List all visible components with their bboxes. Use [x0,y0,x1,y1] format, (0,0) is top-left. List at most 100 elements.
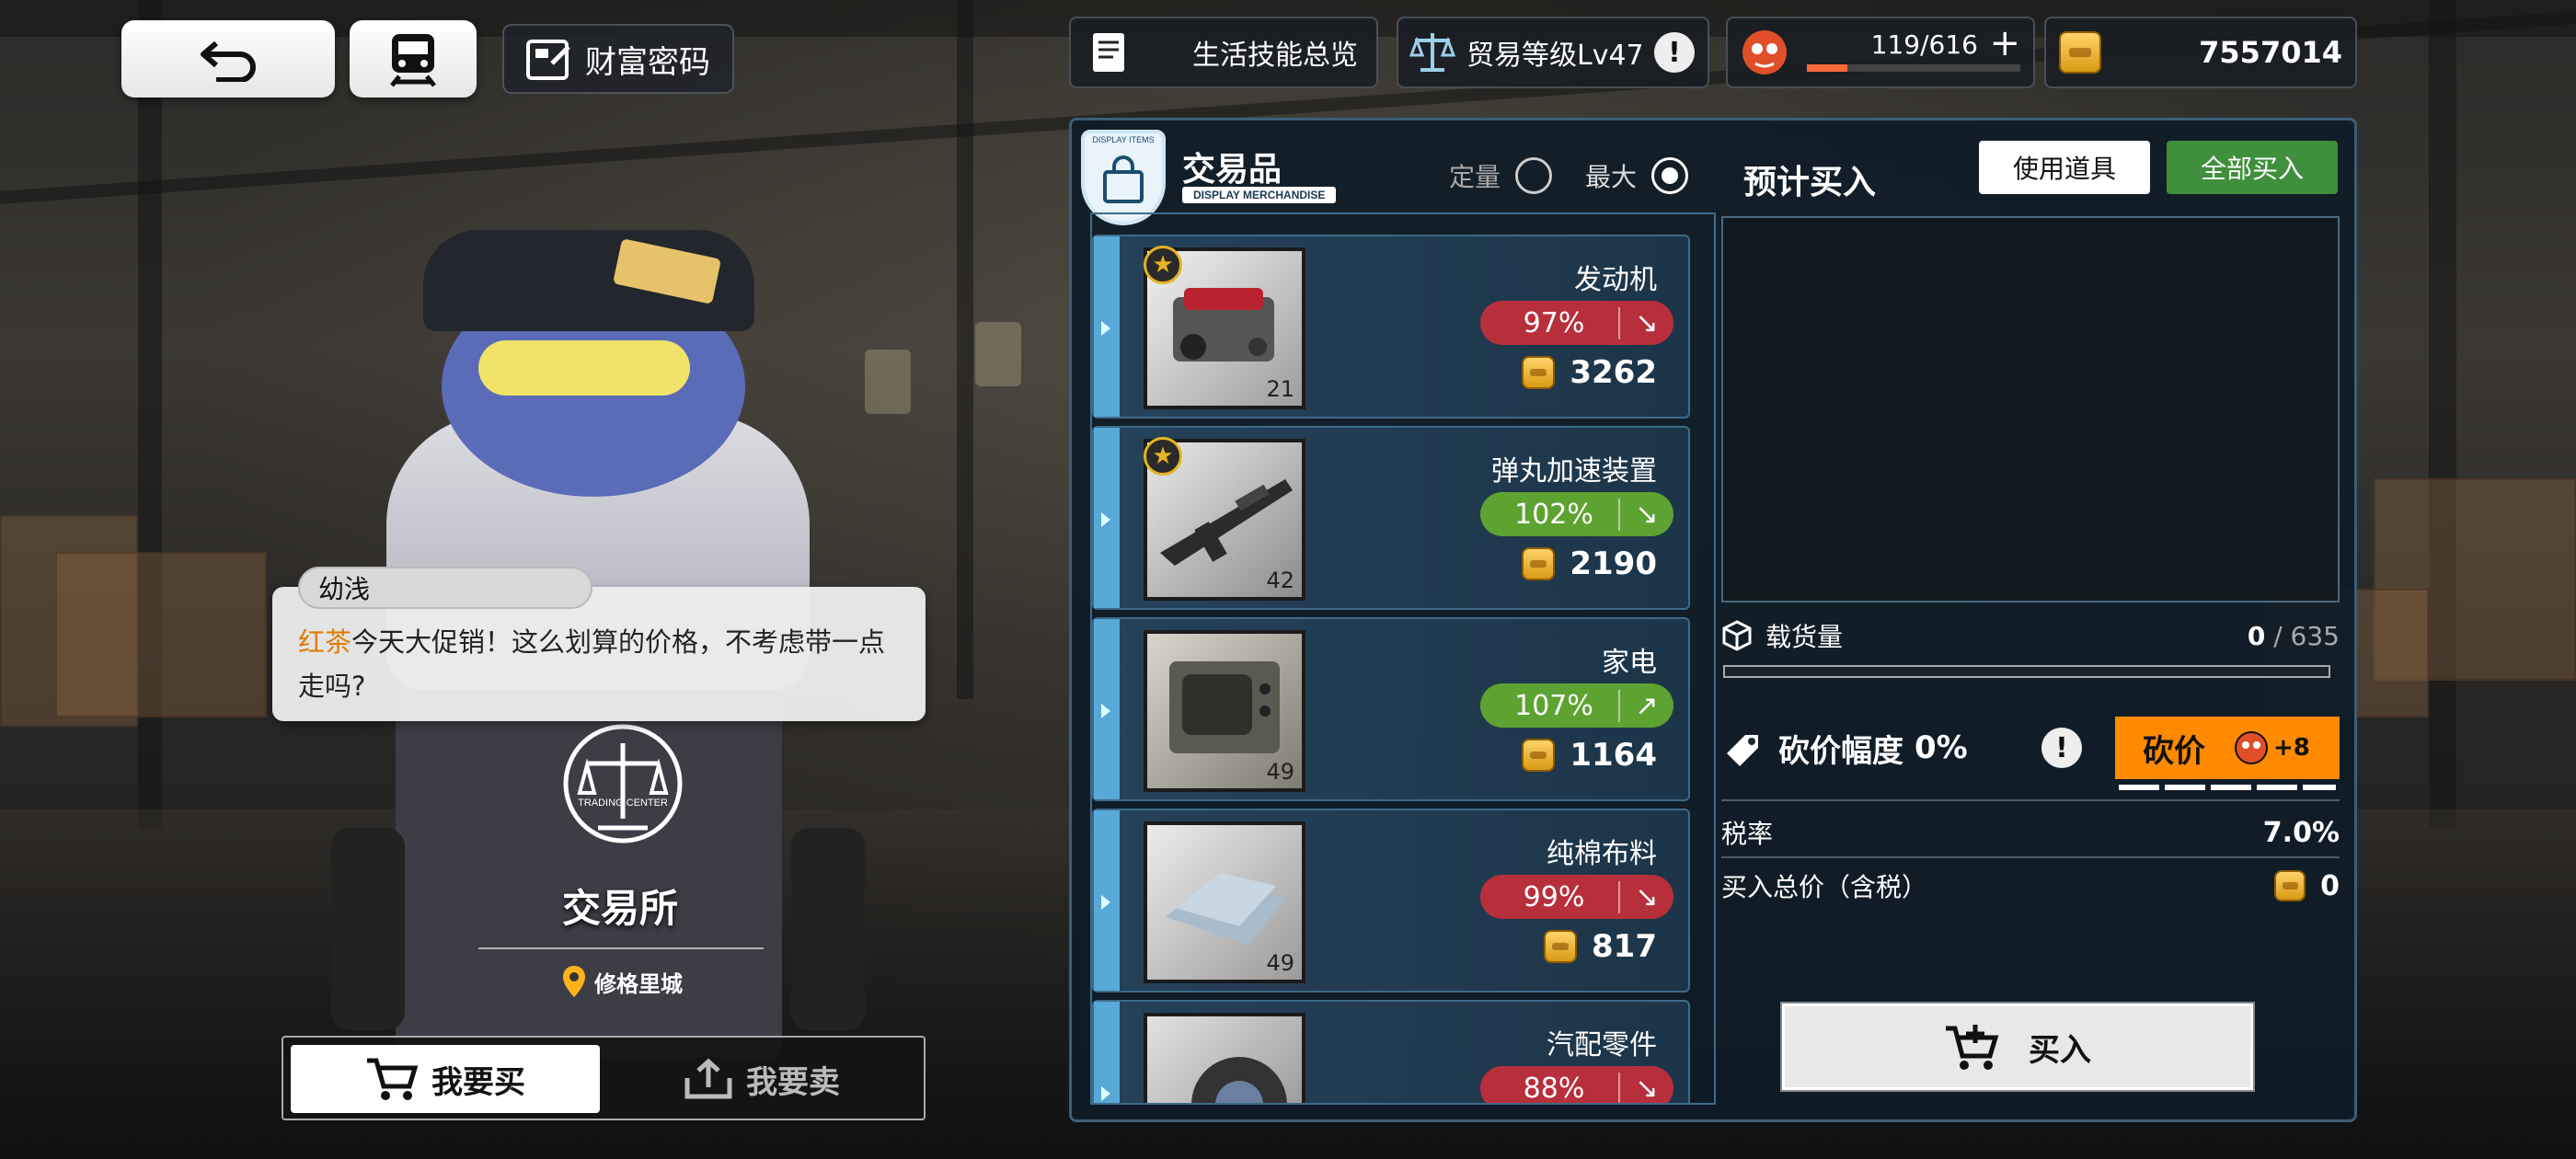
speaker-tag: 幼浅 [298,567,592,609]
goods-price-value: 1164 [1570,737,1657,774]
bargain-value: 0% [1915,729,1968,766]
trend-up-icon: ↗ [1618,689,1673,722]
price-percent: 102% [1514,498,1593,531]
location-tag: 修格里城 [561,964,683,999]
panel-title: 交易品 [1182,151,1282,189]
tab-sell[interactable]: 我要卖 [607,1045,916,1113]
bargain-cost: +8 [2273,734,2310,762]
goods-price: 3262 [1522,354,1657,391]
stamina-mascot-icon [1742,30,1787,75]
display-items-badge: DISPLAY ITEMS [1081,130,1166,225]
price-percent: 97% [1523,306,1585,339]
option-max-radio[interactable] [1651,157,1689,194]
wealth-code-button[interactable]: 财富密码 [502,24,734,94]
station-title: 交易所 [561,886,678,931]
goods-item[interactable]: 42 ★ 弹丸加速装置 102% ↘ 2190 [1092,426,1690,610]
goods-price-value: 817 [1592,928,1657,965]
trend-down-icon: ↘ [1618,1072,1673,1103]
goods-item-expand[interactable] [1094,1002,1120,1103]
goods-stock: 21 [1266,376,1294,402]
trade-level-label: 贸易等级Lv47 [1466,40,1644,72]
coin-icon [1522,739,1556,772]
coin-icon [2059,31,2101,74]
quantity-options: 定量 最大 [1449,157,1689,194]
trend-down-icon: ↘ [1618,306,1673,339]
tax-label: 税率 [1721,819,1774,849]
coin-icon [1522,356,1556,389]
bargain-button-label: 砍价 [2143,732,2205,770]
goods-thumbnail: 49 [1144,630,1305,792]
cargo-separator: / [2265,620,2291,651]
price-percent: 88% [1523,1072,1585,1105]
panel-subtitle: DISPLAY MERCHANDISE [1182,187,1337,203]
train-button[interactable] [350,20,477,98]
stamina-fill [1807,64,1848,72]
life-skills-button[interactable]: 生活技能总览 [1069,17,1378,88]
coin-icon [1522,547,1556,580]
goods-thumbnail: 49 [1144,821,1305,983]
trading-center-emblem: TRADING CENTER [563,724,683,843]
cargo-row: 载货量 0 / 635 [1721,617,2340,654]
trade-panel: DISPLAY ITEMS 交易品 DISPLAY MERCHANDISE 定量… [1069,118,2357,1122]
use-item-button[interactable]: 使用道具 [1979,141,2150,194]
bargain-charges [2119,785,2336,790]
option-fixed-radio[interactable] [1515,157,1553,194]
shopping-bag-icon [1103,155,1144,203]
goods-name: 汽配零件 [1547,1029,1657,1061]
preview-title: 预计买入 [1743,164,1877,201]
total-row: 买入总价（含税） 0 [1721,867,2340,904]
speaker-name: 幼浅 [318,574,371,604]
goods-item[interactable]: 49 家电 107% ↗ 1164 [1092,617,1690,801]
trade-level-button[interactable]: 贸易等级Lv47 ! [1397,17,1709,88]
goods-price: 1164 [1522,737,1657,774]
tab-sell-label: 我要卖 [746,1063,840,1101]
bargain-info-icon[interactable]: ! [2041,728,2082,768]
goods-item-expand[interactable] [1094,810,1120,991]
goods-stock: 42 [1266,568,1294,593]
divider [1721,799,2340,801]
life-skills-label: 生活技能总览 [1192,40,1358,72]
stamina-bar: 119/616 + [1726,17,2035,88]
goods-item-expand[interactable] [1094,428,1120,608]
tab-buy[interactable]: 我要买 [291,1045,600,1113]
buy-button[interactable]: 买入 [1780,1002,2255,1092]
tax-row: 税率 7.0% [1721,814,2340,851]
option-max-label: 最大 [1585,162,1638,192]
goods-stock: 49 [1266,759,1294,785]
total-label: 买入总价（含税） [1721,872,1928,902]
back-button[interactable] [121,20,335,98]
dialog-line: 今天大促销！这么划算的价格，不考虑带一点走吗? [298,626,886,702]
stamina-add-button[interactable]: + [1989,22,2020,64]
scale-icon [1409,33,1456,72]
price-trend: 99% ↘ [1480,875,1673,919]
goods-item[interactable]: 49 纯棉布料 99% ↘ 817 [1092,809,1690,993]
price-percent: 99% [1523,880,1585,913]
npc-dialog: 幼浅 红茶今天大促销！这么划算的价格，不考虑带一点走吗? [272,567,926,721]
goods-name: 纯棉布料 [1547,838,1657,870]
option-fixed-label: 定量 [1449,162,1501,192]
goods-thumbnail [1144,1013,1305,1103]
dialog-text: 红茶今天大促销！这么划算的价格，不考虑带一点走吗? [298,620,894,708]
purchase-preview-area [1721,216,2340,602]
coin-icon [2274,870,2306,901]
trade-level-info-icon[interactable]: ! [1654,32,1695,73]
cart-icon [367,1058,419,1100]
panel-header: DISPLAY ITEMS 交易品 DISPLAY MERCHANDISE 定量… [1081,130,2338,225]
mode-tabs: 我要买 我要卖 [282,1036,926,1120]
divider [1721,856,2340,858]
goods-item-expand[interactable] [1094,619,1120,799]
goods-item-expand[interactable] [1094,236,1120,417]
bargain-label: 砍价幅度 [1778,732,1903,770]
station-divider [478,947,764,949]
card-icon [526,40,570,80]
location-pin-icon [563,966,585,997]
buy-all-button[interactable]: 全部买入 [2167,141,2338,194]
coin-icon [1544,930,1578,963]
cargo-box-icon [1722,620,1752,651]
goods-item[interactable]: 21 ★ 发动机 97% ↘ 3262 [1092,235,1690,419]
goods-item[interactable]: 汽配零件 88% ↘ [1092,1000,1690,1105]
bargain-button[interactable]: 砍价 +8 [2115,717,2340,790]
goods-price: 2190 [1522,545,1657,582]
trend-down-icon: ↘ [1618,498,1673,531]
goods-stock: 49 [1266,950,1294,976]
